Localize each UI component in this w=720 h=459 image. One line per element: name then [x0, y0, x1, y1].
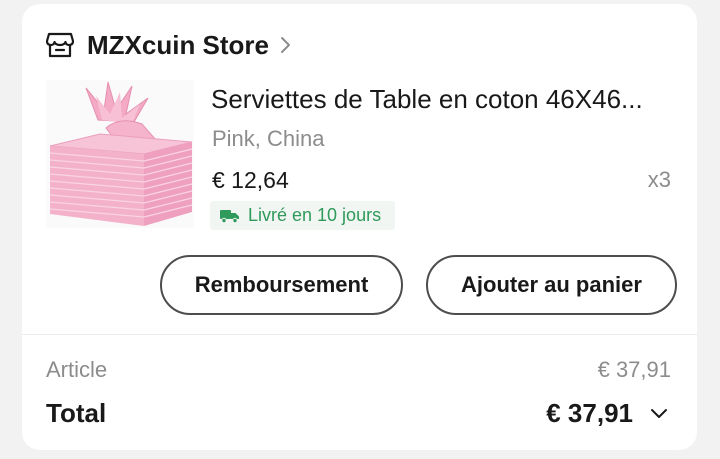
store-icon — [45, 32, 75, 58]
delivery-text: Livré en 10 jours — [248, 205, 382, 225]
product-quantity: x3 — [647, 167, 671, 192]
total-value[interactable]: € 37,91 — [546, 398, 633, 429]
total-label: Total — [46, 398, 107, 428]
add-to-cart-button[interactable]: Ajouter au panier — [426, 255, 677, 315]
chevron-down-icon[interactable] — [649, 407, 669, 421]
truck-icon — [220, 209, 240, 223]
refund-button[interactable]: Remboursement — [160, 255, 403, 315]
divider — [22, 334, 697, 335]
article-label: Article — [46, 357, 108, 382]
product-variant: Pink, China — [212, 126, 325, 151]
chevron-right-icon[interactable] — [279, 35, 293, 55]
order-card: MZXcuin Store Serviettes de Table en cot… — [22, 4, 697, 450]
delivery-badge: Livré en 10 jours — [210, 201, 396, 230]
product-price: € 12,64 — [212, 167, 289, 193]
product-title[interactable]: Serviettes de Table en coton 46X46... — [211, 84, 673, 115]
article-value: € 37,91 — [597, 357, 671, 382]
product-image[interactable] — [46, 80, 194, 228]
store-name[interactable]: MZXcuin Store — [87, 30, 269, 61]
store-header[interactable]: MZXcuin Store — [45, 30, 293, 61]
